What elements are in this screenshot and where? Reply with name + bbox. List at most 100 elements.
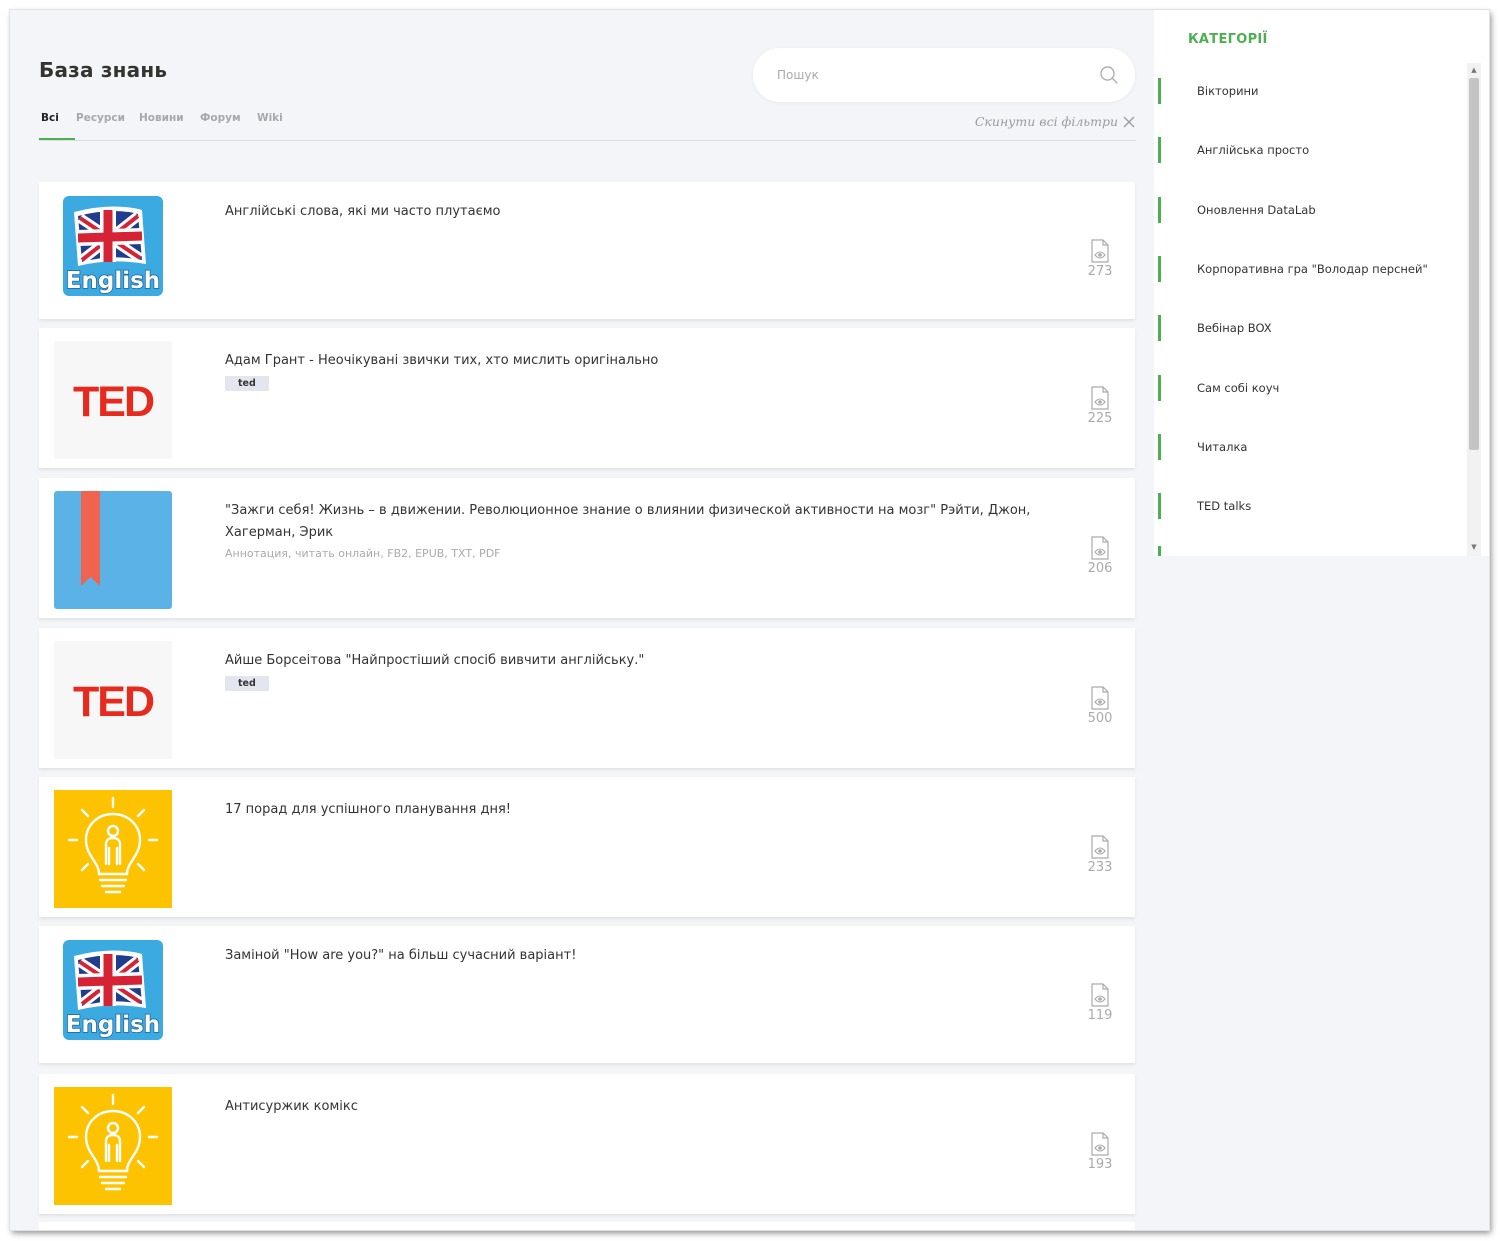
article-title-block: 17 порад для успішного планування дня! [225,799,1045,821]
category-item[interactable]: TED talks [1158,493,1458,520]
search-input[interactable] [777,64,1077,86]
document-eye-icon [1085,1132,1115,1156]
bookmark-thumbnail[interactable] [54,491,172,609]
english-thumb-text: English [66,268,160,294]
article-title-block: Заміной "How are you?" на більш сучасний… [225,945,1045,967]
view-count: 225 [1085,386,1115,426]
lightbulb-thumbnail[interactable] [54,1087,172,1205]
ted-thumbnail[interactable]: TED [54,341,172,459]
article-title-block: Адам Грант - Неочікувані звички тих, хто… [225,350,1045,394]
category-item[interactable]: Англійська просто [1158,137,1458,164]
article-title[interactable]: Айше Борсеітова "Найпростіший спосіб вив… [225,650,1045,672]
categories-title: КАТЕГОРІЇ [1188,32,1268,47]
view-count-number: 500 [1087,711,1113,726]
category-label: Читалка [1197,439,1248,454]
article-title[interactable]: Заміной "How are you?" на більш сучасний… [225,945,1045,967]
main-content: База знань Всі Ресурси Новини Форум Wiki… [39,10,1136,1230]
tab-resources[interactable]: Ресурси [76,112,125,142]
article-subtitle: Аннотация, читать онлайн, FB2, EPUB, TXT… [225,547,501,560]
article-card[interactable]: "Зажги себя! Жизнь – в движении. Революц… [39,478,1135,618]
tag-badge[interactable]: ted [225,376,269,391]
article-title[interactable]: 17 порад для успішного планування дня! [225,799,1045,821]
search-icon[interactable] [1099,65,1119,85]
category-marker [1158,137,1161,164]
article-card[interactable]: English Заміной "How are you?" на більш … [39,926,1135,1063]
article-card[interactable]: English Англійські слова, які ми часто п… [39,182,1135,319]
category-label: Англійська просто [1197,143,1310,158]
article-card-partial [39,1222,1135,1230]
view-count-number: 233 [1087,860,1113,875]
category-marker [1158,433,1161,460]
category-marker [1158,196,1161,223]
tag-badge[interactable]: ted [225,676,269,691]
view-count-number: 225 [1087,411,1113,426]
article-card[interactable]: TED Айше Борсеітова "Найпростіший спосіб… [39,628,1135,768]
english-flag-thumbnail[interactable]: English [54,194,172,312]
scroll-up-arrow[interactable]: ▲ [1468,65,1480,75]
category-item-partial[interactable] [1158,546,1458,556]
tabs-divider [39,140,1136,141]
search-box[interactable] [753,48,1135,102]
view-count: 233 [1085,835,1115,875]
document-eye-icon [1085,686,1115,710]
article-title[interactable]: "Зажги себя! Жизнь – в движении. Революц… [225,500,1045,544]
view-count: 193 [1085,1132,1115,1172]
tab-wiki[interactable]: Wiki [257,112,283,142]
article-title[interactable]: Англійські слова, які ми часто плутаємо [225,201,1045,223]
lightbulb-thumbnail[interactable] [54,790,172,908]
category-label: Вебінар BOX [1197,321,1272,336]
document-eye-icon [1085,835,1115,859]
page-title: База знань [39,58,168,82]
view-count-number: 206 [1087,561,1113,576]
category-marker [1158,315,1161,342]
category-marker [1158,374,1161,401]
document-eye-icon [1085,982,1115,1007]
view-count-number: 273 [1087,263,1113,279]
view-count-number: 119 [1087,1007,1113,1023]
view-count: 119 [1085,982,1115,1023]
article-card[interactable]: 17 порад для успішного планування дня! 2… [39,777,1135,917]
category-marker [1158,255,1161,282]
close-icon [1123,116,1135,127]
category-item[interactable]: Корпоративна гра "Володар персней" [1158,255,1458,282]
category-item[interactable]: Сам собі коуч [1158,374,1458,401]
app-window: База знань Всі Ресурси Новини Форум Wiki… [10,10,1489,1230]
document-eye-icon [1085,536,1115,560]
view-count-number: 193 [1087,1157,1113,1172]
article-title-block: Айше Борсеітова "Найпростіший спосіб вив… [225,650,1045,694]
tab-forum[interactable]: Форум [200,112,241,142]
category-item[interactable]: Вікторини [1158,78,1458,104]
ted-thumb-text: TED [73,378,154,426]
article-title[interactable]: Адам Грант - Неочікувані звички тих, хто… [225,350,1045,372]
category-item[interactable]: Оновлення DataLab [1158,196,1458,223]
view-count: 273 [1085,238,1115,279]
ted-thumb-text: TED [73,678,154,726]
article-card[interactable]: TED Адам Грант - Неочікувані звички тих,… [39,328,1135,468]
categories-sidebar: КАТЕГОРІЇ Вікторини Англійська просто Онов… [1154,10,1489,556]
ted-thumbnail[interactable]: TED [54,641,172,759]
reset-filters-link[interactable]: Скинути всі фільтри [975,114,1136,129]
category-item[interactable]: Вебінар BOX [1158,315,1458,342]
category-label: Оновлення DataLab [1197,202,1316,217]
english-flag-thumbnail[interactable]: English [54,938,172,1056]
article-title-block: "Зажги себя! Жизнь – в движении. Революц… [225,500,1045,562]
article-title-block: Англійські слова, які ми часто плутаємо [225,201,1045,223]
category-marker [1158,78,1161,104]
category-label: Сам собі коуч [1197,380,1280,395]
reset-filters-label: Скинути всі фільтри [974,114,1118,129]
category-label: TED talks [1197,499,1252,514]
article-title-block: Антисуржик комікс [225,1096,1045,1118]
document-eye-icon [1085,238,1115,263]
category-label: Корпоративна гра "Володар персней" [1197,261,1428,276]
view-count: 206 [1085,536,1115,576]
english-thumb-text: English [66,1012,160,1038]
article-title[interactable]: Антисуржик комікс [225,1096,1045,1118]
tab-news[interactable]: Новини [139,112,184,142]
document-eye-icon [1085,386,1115,410]
view-count: 500 [1085,686,1115,726]
article-card[interactable]: Антисуржик комікс 193 [39,1074,1135,1214]
category-item[interactable]: Читалка [1158,433,1458,460]
scrollbar-thumb[interactable] [1469,78,1479,450]
category-label: Вікторини [1197,84,1259,98]
scroll-down-arrow[interactable]: ▼ [1468,542,1480,552]
